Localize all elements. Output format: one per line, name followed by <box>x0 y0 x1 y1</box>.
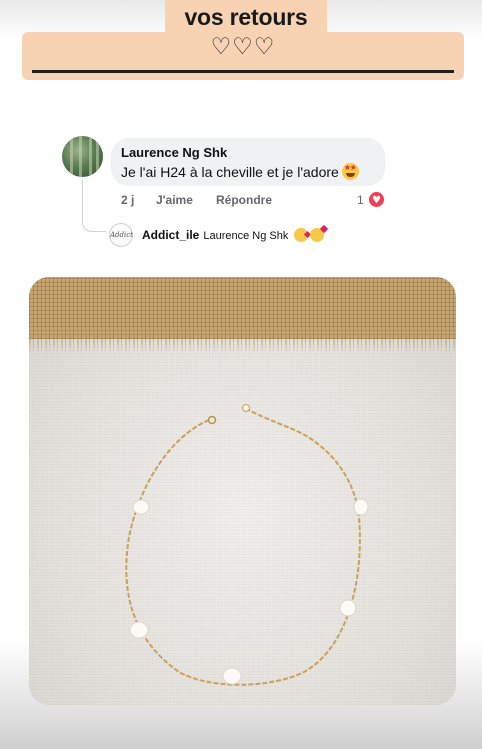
comment-text: Je l'ai H24 à la cheville et je l'adore <box>121 163 375 180</box>
comment-time: 2 j <box>121 193 135 207</box>
star-struck-emoji-icon <box>341 163 359 180</box>
reaction-count: 1 <box>357 193 364 207</box>
reply-button[interactable]: Répondre <box>216 193 272 207</box>
comment-text-content: Je l'ai H24 à la cheville et je l'adore <box>121 164 339 180</box>
pearl-bead <box>129 621 149 639</box>
anklet-chain <box>125 408 361 686</box>
pearl-bead <box>222 667 242 685</box>
commenter-avatar[interactable] <box>62 136 103 177</box>
banner-divider <box>32 70 454 73</box>
pearl-bead <box>132 499 150 515</box>
clasp <box>207 415 217 425</box>
reply-thread-line <box>82 180 106 232</box>
comment-author[interactable]: Laurence Ng Shk <box>121 145 375 160</box>
title-tab: vos retours <box>165 0 327 34</box>
kiss-emoji-icon <box>293 228 308 242</box>
like-button[interactable]: J'aime <box>156 193 193 207</box>
page-title: vos retours <box>184 3 308 30</box>
reply-author[interactable]: Addict_ile <box>142 228 199 242</box>
hearts-icon: ♡♡♡ <box>210 34 276 60</box>
end-ring <box>242 404 250 412</box>
reply-avatar[interactable]: Addict <box>109 223 133 247</box>
reply-mention[interactable]: Laurence Ng Shk <box>203 230 288 242</box>
pearl-bead <box>339 599 357 617</box>
reply-comment: Addict_ile Laurence Ng Shk <box>142 228 324 242</box>
pearl-bead <box>353 498 369 516</box>
smiling-hearts-emoji-icon <box>309 228 324 242</box>
product-photo <box>29 277 456 705</box>
heart-reaction-icon[interactable]: ♥ <box>368 191 385 208</box>
story-screen: vos retours ♡♡♡ Laurence Ng Shk Je l'ai … <box>0 0 482 749</box>
comment-bubble: Laurence Ng Shk Je l'ai H24 à la chevill… <box>111 138 385 186</box>
title-banner: ♡♡♡ <box>22 32 464 80</box>
anklet-illustration <box>125 404 369 686</box>
